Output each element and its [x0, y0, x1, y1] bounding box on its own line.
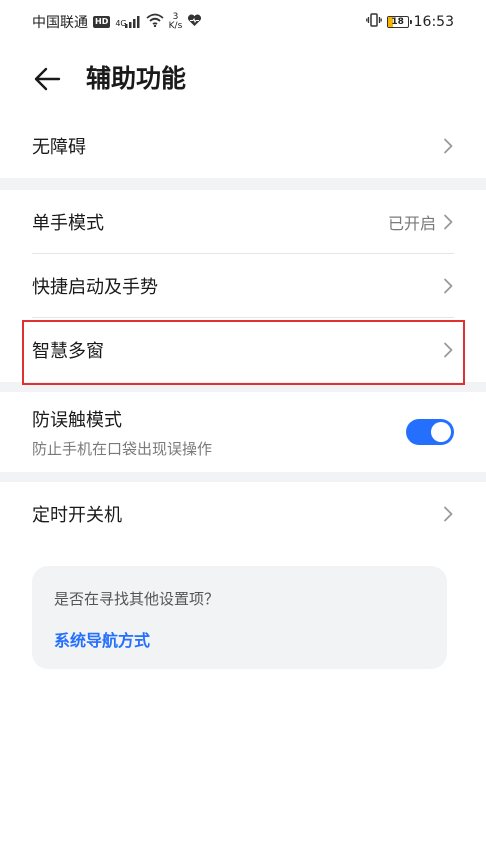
speed-unit: K/s [168, 21, 183, 31]
row-label: 定时开关机 [32, 505, 122, 526]
section-gap [0, 178, 486, 190]
chevron-right-icon [442, 213, 454, 231]
row-smart-multi-window[interactable]: 智慧多窗 [32, 318, 454, 382]
page-title: 辅助功能 [86, 64, 187, 93]
row-label: 防误触模式 [32, 409, 122, 431]
group-interaction: 单手模式 已开启 快捷启动及手势 智慧多窗 [0, 190, 486, 382]
chevron-right-icon [442, 277, 454, 295]
back-arrow-icon [34, 67, 61, 91]
group-accessibility: 无障碍 [0, 114, 486, 178]
status-bar: 中国联通 HD 4G 3 K/s 18 16:53 [0, 0, 486, 44]
status-left: 中国联通 HD 4G 3 K/s [32, 12, 202, 32]
row-one-hand-mode[interactable]: 单手模式 已开启 [32, 190, 454, 254]
row-label: 单手模式 [32, 213, 104, 234]
one-hand-status: 已开启 [387, 214, 436, 233]
network-speed: 3 K/s [169, 13, 183, 31]
row-label: 智慧多窗 [32, 341, 104, 362]
cell-signal-icon: 4G [115, 16, 140, 28]
row-pocket-mode[interactable]: 防误触模式 防止手机在口袋出现误操作 [32, 392, 454, 472]
row-label: 无障碍 [32, 137, 86, 158]
status-time: 16:53 [413, 14, 454, 30]
row-shortcuts-gestures[interactable]: 快捷启动及手势 [32, 254, 454, 318]
heart-health-icon [187, 14, 202, 31]
row-label: 快捷启动及手势 [32, 277, 158, 298]
chevron-right-icon [442, 341, 454, 359]
section-gap [0, 382, 486, 392]
system-navigation-link[interactable]: 系统导航方式 [54, 627, 425, 651]
battery-level: 18 [391, 17, 404, 27]
section-gap [0, 472, 486, 482]
row-accessibility[interactable]: 无障碍 [32, 114, 454, 178]
wifi-icon [146, 13, 164, 31]
status-right: 18 16:53 [365, 13, 454, 31]
page-header: 辅助功能 [0, 48, 486, 108]
row-description: 防止手机在口袋出现误操作 [32, 439, 213, 458]
group-pocket-mode: 防误触模式 防止手机在口袋出现误操作 [0, 392, 486, 472]
row-scheduled-power[interactable]: 定时开关机 [32, 482, 454, 546]
carrier-name: 中国联通 [32, 15, 88, 31]
group-scheduled-power: 定时开关机 [0, 482, 486, 546]
toggle-knob [431, 422, 451, 442]
hd-badge: HD [93, 16, 111, 28]
vibrate-icon [365, 13, 382, 31]
back-button[interactable] [30, 62, 64, 96]
pocket-mode-toggle[interactable] [406, 419, 454, 445]
battery-icon: 18 [386, 16, 412, 28]
suggestion-question: 是否在寻找其他设置项？ [54, 590, 220, 608]
chevron-right-icon [442, 505, 454, 523]
chevron-right-icon [442, 137, 454, 155]
suggestion-card: 是否在寻找其他设置项？ 系统导航方式 [32, 566, 447, 669]
